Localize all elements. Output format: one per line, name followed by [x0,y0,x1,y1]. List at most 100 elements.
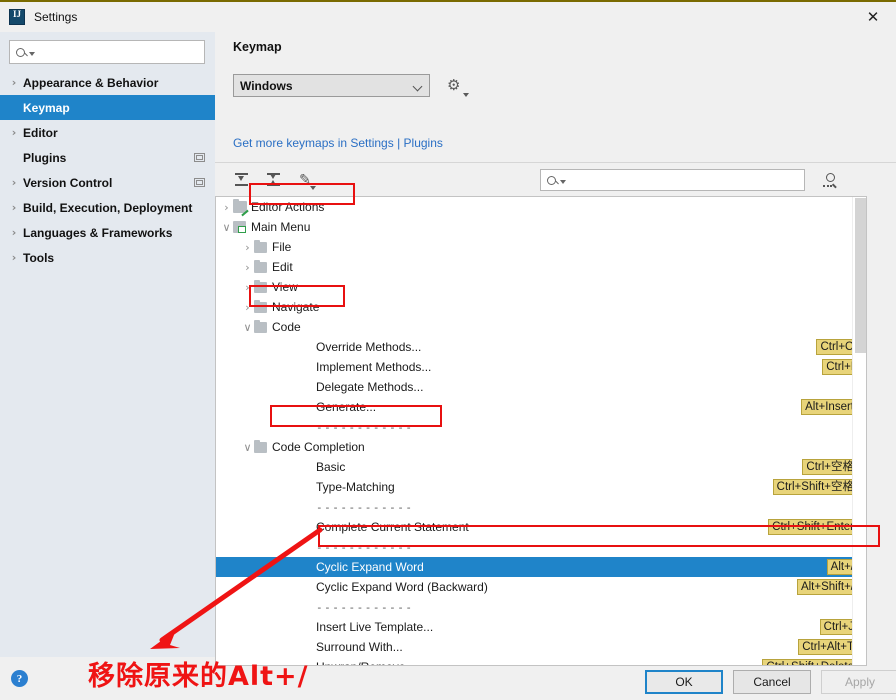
table-row[interactable]: › File [216,237,866,257]
table-row[interactable]: › Edit [216,257,866,277]
chevron-down-icon [29,51,35,56]
table-row[interactable]: Basic Ctrl+空格 [216,457,866,477]
tree-row-label: Insert Live Template... [316,620,434,634]
table-row[interactable]: Complete Current Statement Ctrl+Shift+Ent… [216,517,866,537]
table-row[interactable]: Cyclic Expand Word Alt+/ [216,557,866,577]
table-row[interactable]: ∨ Code Completion [216,437,866,457]
folder-icon [254,279,267,293]
sidebar-item-label: Tools [23,250,55,265]
get-more-keymaps-link[interactable]: Get more keymaps in Settings | Plugins [233,136,443,150]
keymap-settings-panel: Keymap Windows ⚙ Get more keymaps in Set… [215,32,896,666]
window-title: Settings [34,10,78,24]
tree-search-input[interactable] [540,169,805,191]
table-row[interactable]: Generate... Alt+Insert [216,397,866,417]
sidebar-item-label: Appearance & Behavior [23,75,159,90]
page-title: Keymap [233,40,282,54]
table-row[interactable]: Cyclic Expand Word (Backward) Alt+Shift+/ [216,577,866,597]
tree-vertical-scrollbar[interactable] [852,197,866,665]
folder-icon [254,299,267,313]
menu-separator: ------------ [316,500,414,514]
sidebar-item-tools[interactable]: › Tools [0,245,215,270]
sidebar-item-build-execution-deployment[interactable]: › Build, Execution, Deployment [0,195,215,220]
folder-icon [254,439,267,453]
chevron-right-icon: › [11,251,17,264]
sidebar-item-appearance-behavior[interactable]: › Appearance & Behavior [0,70,215,95]
chevron-right-icon[interactable]: › [241,301,254,314]
project-scope-badge-icon [194,178,205,187]
keymap-tree[interactable]: › Editor Actions ∨ Main Menu › File › Edit › View… [215,196,867,666]
help-icon[interactable]: ? [11,670,28,687]
table-row[interactable]: Insert Live Template... Ctrl+J [216,617,866,637]
tree-row-label: Edit [272,260,293,274]
chevron-down-icon [310,185,316,190]
table-row[interactable]: › Navigate [216,297,866,317]
chevron-down-icon[interactable]: ∨ [220,221,233,234]
sidebar-item-label: Version Control [23,175,113,190]
chevron-down-icon[interactable]: ∨ [241,441,254,454]
table-row[interactable]: Type-Matching Ctrl+Shift+空格 [216,477,866,497]
shortcut-badge: Ctrl+Shift+空格 [772,479,858,495]
ok-button[interactable]: OK [645,670,723,694]
table-row[interactable]: Surround With... Ctrl+Alt+T [216,637,866,657]
sidebar-item-keymap[interactable]: Keymap [0,95,215,120]
table-row[interactable]: Delegate Methods... [216,377,866,397]
apply-button[interactable]: Apply [821,670,896,694]
table-row[interactable]: › Editor Actions [216,197,866,217]
tree-row-label: Code Completion [272,440,365,454]
chevron-right-icon: › [11,226,17,239]
cancel-button[interactable]: Cancel [733,670,811,694]
title-bar: Settings [0,2,896,32]
sidebar-item-label: Plugins [23,150,67,165]
tree-row-label: Code [272,320,301,334]
shortcut-badge: Alt+Shift+/ [796,579,858,595]
expand-all-icon[interactable] [230,169,252,191]
tree-row-label: Main Menu [251,220,311,234]
sidebar-item-editor[interactable]: › Editor [0,120,215,145]
table-row[interactable]: ∨ Main Menu [216,217,866,237]
collapse-all-icon[interactable] [262,169,284,191]
shortcut-search-glyph-icon [823,173,837,188]
shortcut-badge: Ctrl+空格 [802,459,858,475]
table-row[interactable]: Implement Methods... Ctrl+I [216,357,866,377]
sidebar-item-plugins[interactable]: Plugins [0,145,215,170]
tree-row-label: Complete Current Statement [316,520,469,534]
main-menu-icon [233,221,246,233]
chevron-right-icon[interactable]: › [241,261,254,274]
sidebar-item-label: Languages & Frameworks [23,225,173,240]
chevron-down-icon[interactable]: ∨ [241,321,254,334]
table-row[interactable]: › View [216,277,866,297]
tree-row-label: Cyclic Expand Word (Backward) [316,580,488,594]
tree-row-label: Generate... [316,400,377,414]
tree-row-label: View [272,280,298,294]
sidebar-item-version-control[interactable]: › Version Control [0,170,215,195]
table-row[interactable]: ------------ [216,597,866,617]
gear-icon[interactable]: ⚙ [447,75,469,97]
chevron-right-icon[interactable]: › [220,201,233,214]
scrollbar-thumb[interactable] [855,198,866,353]
chevron-right-icon[interactable]: › [241,281,254,294]
shortcut-badge: Ctrl+Alt+T [798,639,858,655]
menu-separator: ------------ [316,540,414,554]
folder-icon [254,319,267,333]
gear-glyph-icon: ⚙ [447,75,461,94]
chevron-right-icon: › [11,126,17,139]
table-row[interactable]: ------------ [216,497,866,517]
chevron-down-icon [560,179,566,184]
close-icon[interactable]: ✕ [850,2,896,32]
expand-all-glyph-icon [234,173,248,186]
shortcut-badge: Ctrl+Shift+Enter [768,519,858,535]
keymap-select[interactable]: Windows [233,74,430,97]
find-action-by-shortcut-icon[interactable] [819,169,841,191]
table-row[interactable]: Override Methods... Ctrl+O [216,337,866,357]
search-input[interactable] [9,40,205,64]
table-row[interactable]: ------------ [216,537,866,557]
chevron-right-icon[interactable]: › [241,241,254,254]
sidebar-item-label: Build, Execution, Deployment [23,200,193,215]
sidebar-item-languages-frameworks[interactable]: › Languages & Frameworks [0,220,215,245]
edit-shortcut-icon[interactable]: ✎ [294,169,316,191]
tree-row-label: Cyclic Expand Word [316,560,424,574]
table-row[interactable]: ∨ Code [216,317,866,337]
menu-separator: ------------ [316,420,414,434]
table-row[interactable]: ------------ [216,417,866,437]
tree-row-label: Surround With... [316,640,403,654]
